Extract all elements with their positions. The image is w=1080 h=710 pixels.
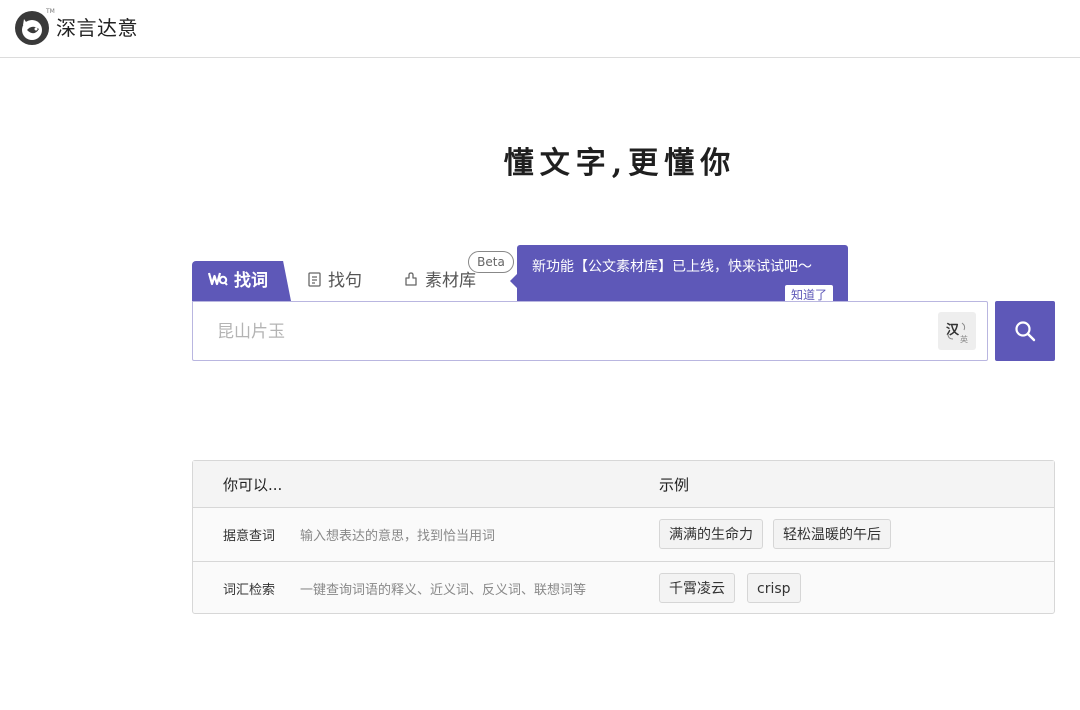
tab-label: 找句 (328, 271, 362, 291)
row-description: 一键查询词语的释义、近义词、反义词、联想词等 (300, 583, 587, 598)
example-chip[interactable]: 轻松温暖的午后 (773, 519, 891, 549)
lang-secondary-label: 英 (960, 335, 968, 344)
tab-label: 找词 (234, 271, 268, 291)
search-button[interactable] (995, 301, 1055, 361)
tab-label: 素材库 (425, 271, 476, 291)
sentence-icon (308, 271, 321, 287)
search-input[interactable] (215, 314, 919, 350)
trademark-mark: TM (46, 8, 55, 15)
tab-find-sentence[interactable]: 找句 (308, 261, 362, 301)
brand-name[interactable]: 深言达意 (56, 14, 138, 42)
example-chip[interactable]: 满满的生命力 (659, 519, 763, 549)
example-chip[interactable]: 千霄凌云 (659, 573, 735, 603)
tab-find-word[interactable]: 找词 (192, 261, 291, 301)
table-header-you-can: 你可以... (223, 476, 283, 494)
table-row: 词汇检索 一键查询词语的释义、近义词、反义词、联想词等 千霄凌云 crisp (193, 562, 1054, 615)
search-icon (1015, 321, 1036, 342)
brand-logo-icon[interactable] (14, 10, 50, 46)
table-row: 据意查词 输入想表达的意思，找到恰当用词 满满的生命力 轻松温暖的午后 (193, 508, 1054, 562)
row-label: 据意查词 (223, 529, 276, 544)
top-header: TM 深言达意 (0, 0, 1080, 58)
wq-icon (208, 272, 228, 286)
swap-arrow-icon (947, 322, 966, 340)
language-toggle-button[interactable]: 汉 英 (938, 312, 976, 350)
tab-material-library[interactable]: 素材库 (404, 261, 476, 301)
tooltip-message: 新功能【公文素材库】已上线，快来试试吧～ (532, 259, 812, 275)
row-label: 词汇检索 (223, 583, 276, 598)
usage-guide-table: 你可以... 示例 据意查词 输入想表达的意思，找到恰当用词 满满的生命力 轻松… (192, 460, 1055, 614)
search-box: 汉 英 (192, 301, 988, 361)
puzzle-icon (405, 271, 417, 286)
row-description: 输入想表达的意思，找到恰当用词 (300, 529, 496, 544)
table-header-examples: 示例 (659, 476, 690, 494)
example-chip[interactable]: crisp (747, 573, 801, 603)
table-header-row: 你可以... 示例 (193, 461, 1054, 508)
page-slogan: 懂文字,更懂你 (503, 146, 737, 181)
beta-badge: Beta (468, 251, 514, 273)
